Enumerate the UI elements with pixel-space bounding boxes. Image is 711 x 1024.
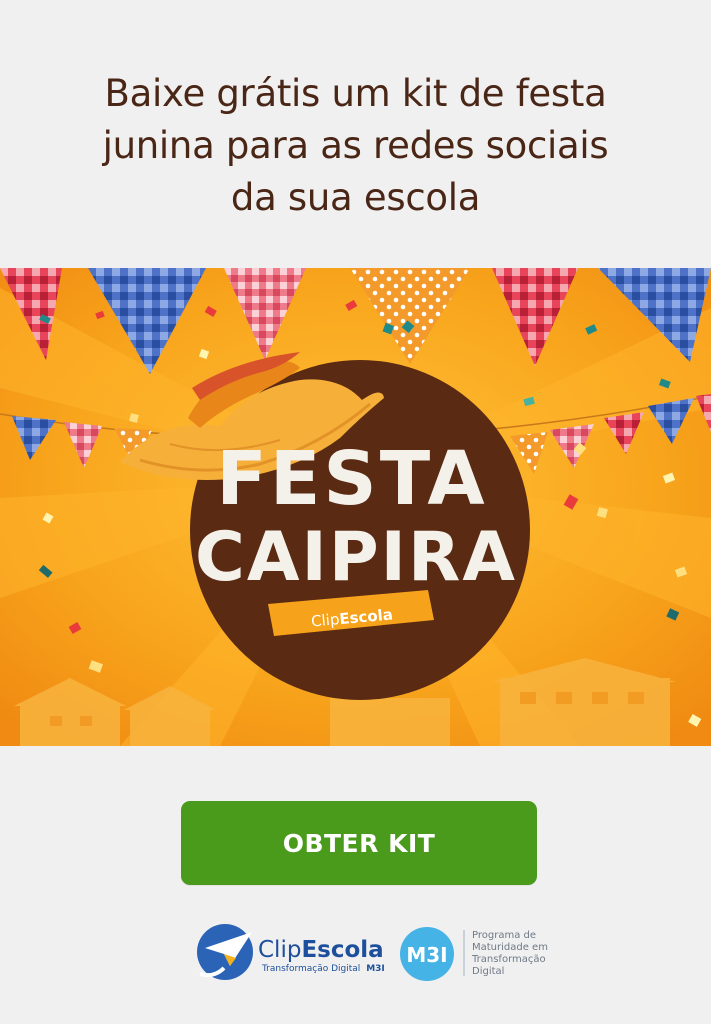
headline-line-3: da sua escola — [230, 176, 481, 219]
festa-caipira-banner: FESTA CAIPIRA ClipEscola — [0, 268, 711, 746]
m3i-text-line3: Transformação — [471, 954, 546, 965]
m3i-text-line1: Programa de — [472, 930, 536, 941]
clip-logo-part2: Escola — [301, 937, 383, 963]
page-headline: Baixe grátis um kit de festa junina para… — [0, 68, 711, 224]
m3i-text-line4: Digital — [472, 966, 504, 977]
ribbon-brand-part1: Clip — [310, 610, 340, 630]
clip-logo-part1: Clip — [258, 937, 301, 963]
svg-text:Transformação Digital M3: Transformação Digital M3I — [261, 964, 385, 974]
clipescola-logo — [197, 924, 253, 980]
banner-title-line2: CAIPIRA — [195, 518, 517, 597]
m3i-logo: M3I — [400, 927, 454, 981]
clip-tagline-mark: M3I — [366, 964, 385, 974]
banner-title-line1: FESTA — [216, 436, 487, 522]
footer-logos: ClipEscola Transformação Digital M3I M3I… — [0, 918, 711, 998]
obter-kit-label: OBTER KIT — [282, 828, 436, 858]
m3i-badge-text: M3I — [406, 943, 447, 967]
obter-kit-button[interactable]: OBTER KIT — [181, 801, 537, 885]
svg-text:ClipEscola: ClipEscola — [258, 937, 384, 963]
clip-tagline: Transformação Digital — [261, 964, 360, 974]
headline-line-2: junina para as redes sociais — [102, 124, 609, 167]
headline-line-1: Baixe grátis um kit de festa — [104, 72, 607, 115]
m3i-text-line2: Maturidade em — [472, 942, 548, 953]
